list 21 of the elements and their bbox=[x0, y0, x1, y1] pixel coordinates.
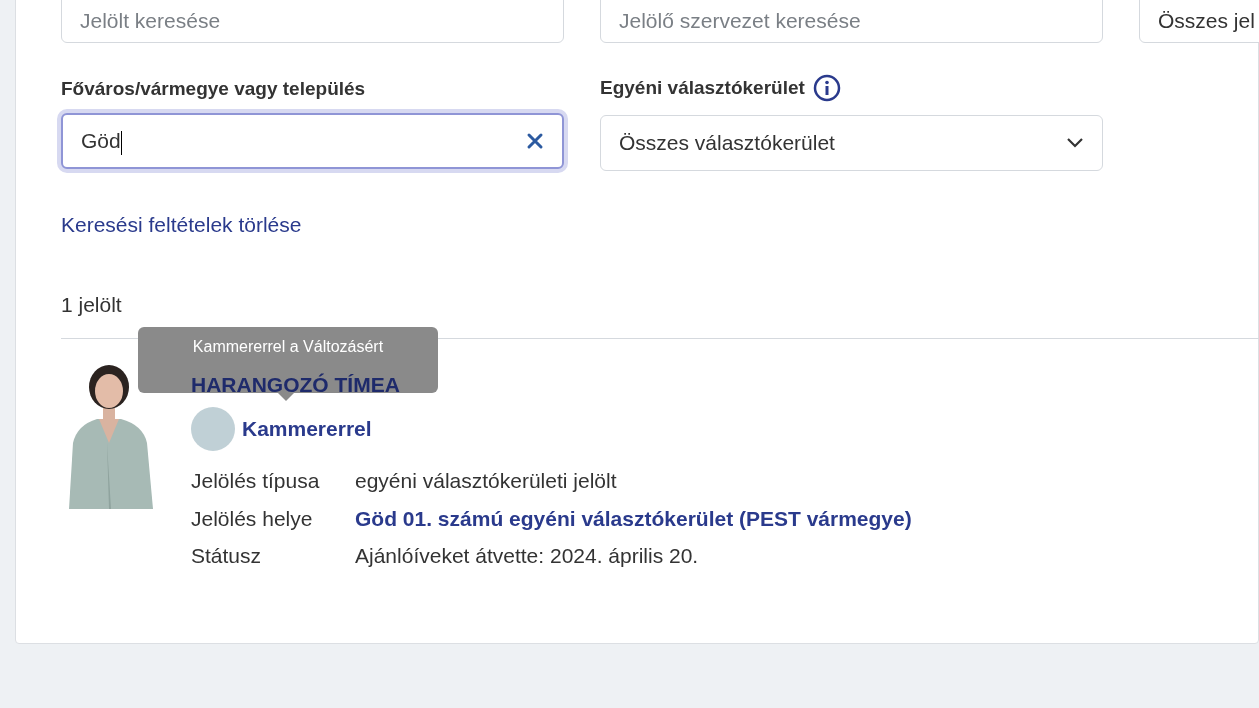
detail-link[interactable]: Göd 01. számú egyéni választókerület (PEST vármegye) bbox=[355, 502, 912, 534]
field-value: Göd bbox=[81, 128, 123, 157]
candidate-name[interactable]: HARANGOZÓ TÍMEA bbox=[191, 369, 912, 399]
chevron-down-icon bbox=[1066, 137, 1084, 149]
organization-name[interactable]: Kammererrel bbox=[242, 413, 372, 445]
detail-value: Ajánlóíveket átvette: 2024. április 20. bbox=[355, 543, 700, 569]
clear-filters-link[interactable]: Keresési feltételek törlése bbox=[61, 209, 302, 241]
search-field[interactable]: Összes jel bbox=[1139, 0, 1259, 43]
result-count: 1 jelölt bbox=[61, 291, 123, 318]
info-icon[interactable] bbox=[812, 74, 841, 102]
detail-label: Státusz bbox=[191, 543, 263, 569]
detail-value: egyéni választókerületi jelölt bbox=[355, 468, 618, 494]
search-field[interactable]: Jelölő szervezet keresése bbox=[600, 0, 1103, 43]
district-dropdown[interactable]: Összes választókerület bbox=[600, 115, 1103, 171]
search-field[interactable]: Jelölt keresése bbox=[61, 0, 564, 43]
field-label: Főváros/vármegye vagy település bbox=[61, 77, 367, 101]
detail-label: Jelölés típusa bbox=[191, 468, 321, 494]
organization-logo bbox=[191, 407, 235, 451]
field-label: Egyéni választókerület bbox=[600, 75, 805, 100]
detail-label: Jelölés helye bbox=[191, 505, 314, 532]
clear-icon[interactable] bbox=[526, 132, 544, 150]
